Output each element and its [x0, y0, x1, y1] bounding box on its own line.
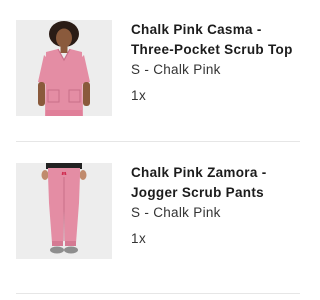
product-title-line1: Chalk Pink Casma -	[131, 22, 262, 37]
product-variant: S - Chalk Pink	[131, 62, 221, 77]
scrub-top-model-image	[16, 20, 112, 116]
product-quantity: 1x	[131, 231, 147, 246]
product-title[interactable]: Chalk Pink Zamora - Jogger Scrub Pants	[131, 163, 296, 203]
jogger-pants-model-image	[16, 163, 112, 259]
product-info: Chalk Pink Casma - Three-Pocket Scrub To…	[131, 20, 296, 106]
product-quantity: 1x	[131, 88, 147, 103]
product-variant: S - Chalk Pink	[131, 205, 221, 220]
product-title-line2: Jogger Scrub Pants	[131, 185, 264, 200]
product-title[interactable]: Chalk Pink Casma - Three-Pocket Scrub To…	[131, 20, 296, 60]
product-info: Chalk Pink Zamora - Jogger Scrub Pants S…	[131, 163, 296, 249]
cart-item-list: Chalk Pink Casma - Three-Pocket Scrub To…	[0, 0, 300, 300]
cart-item[interactable]: Chalk Pink Zamora - Jogger Scrub Pants S…	[0, 143, 300, 293]
item-divider	[16, 141, 300, 142]
cart-item[interactable]: Chalk Pink Casma - Three-Pocket Scrub To…	[0, 0, 300, 143]
product-title-line2: Three-Pocket Scrub Top	[131, 42, 293, 57]
product-title-line1: Chalk Pink Zamora -	[131, 165, 267, 180]
product-image-scrub-top[interactable]	[16, 20, 112, 116]
product-image-jogger-pants[interactable]	[16, 163, 112, 259]
list-bottom-divider	[16, 293, 300, 294]
